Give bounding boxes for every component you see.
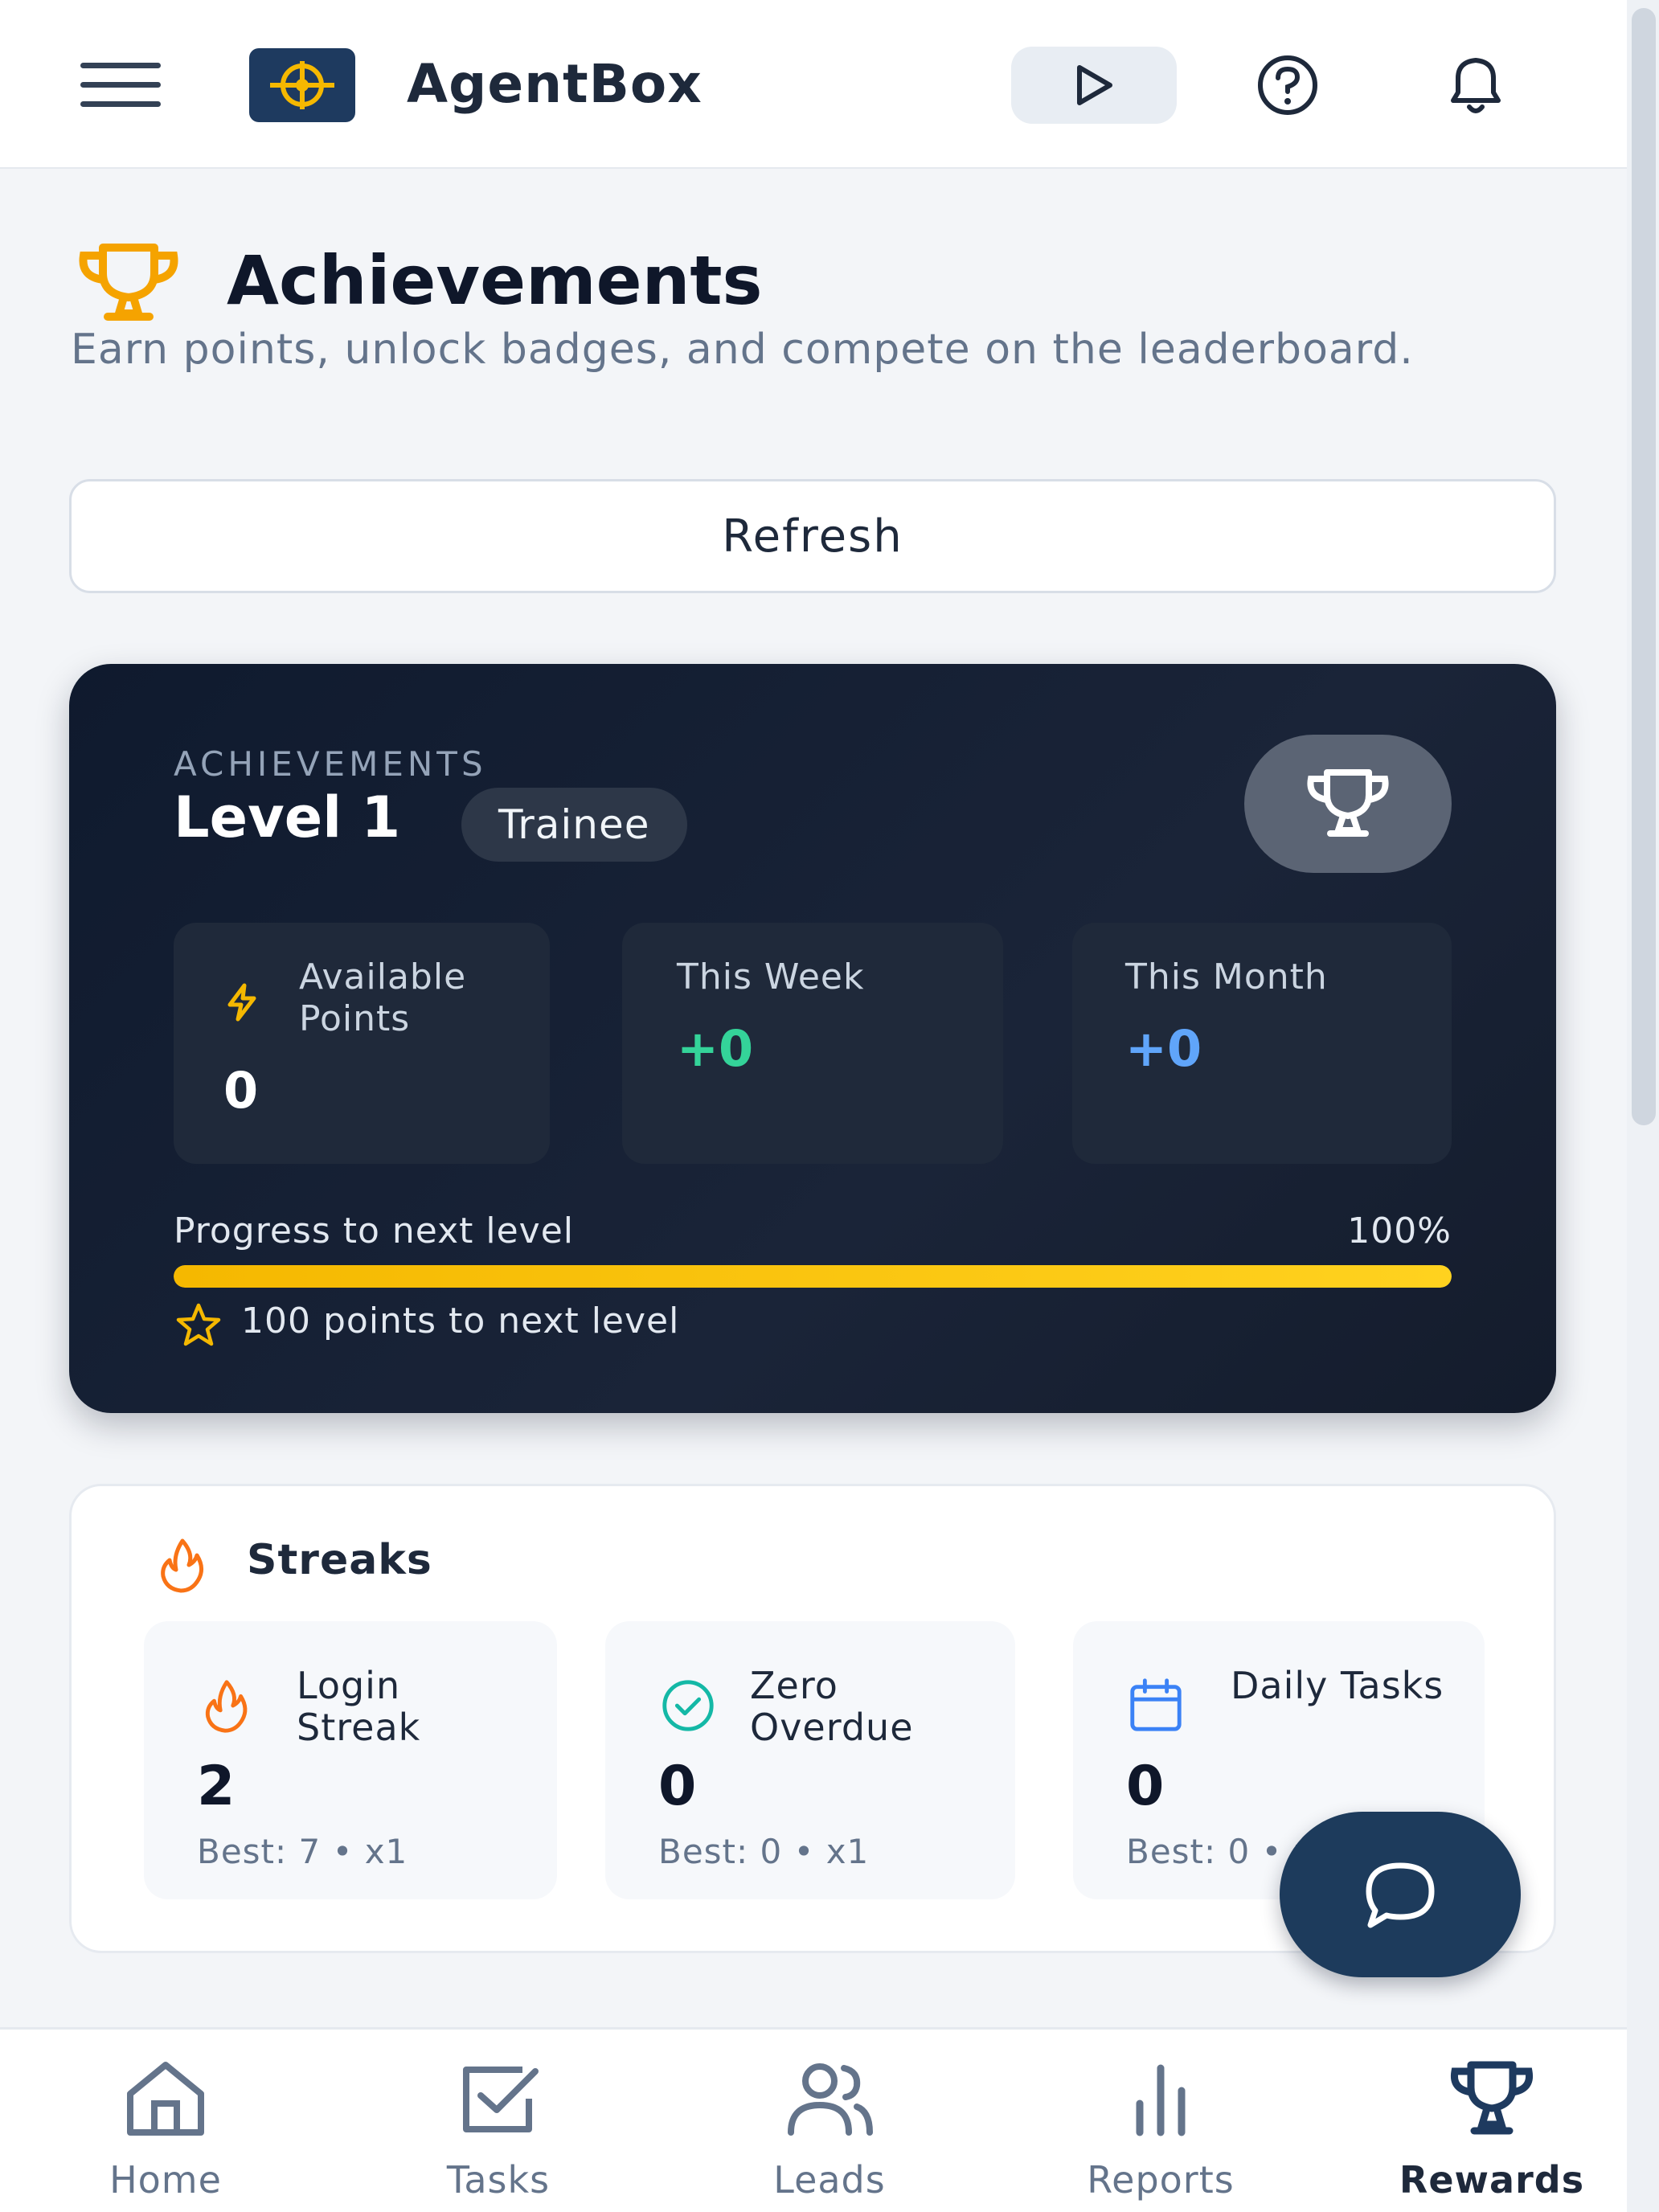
nav-tasks[interactable]: Tasks <box>378 2030 619 2212</box>
nav-label: Home <box>109 2158 222 2202</box>
play-icon <box>1077 65 1112 105</box>
level-card: ACHIEVEMENTS Level 1 Trainee Available P… <box>69 664 1556 1413</box>
progress-fill <box>174 1265 1452 1288</box>
trophy-icon <box>1450 2061 1534 2135</box>
bar-chart-icon <box>1136 2064 1186 2136</box>
stat-this-week: This Week +0 <box>622 923 1003 1164</box>
streak-login: Login Streak 2 Best: 7 • x1 <box>144 1621 557 1899</box>
nav-label: Rewards <box>1399 2158 1585 2202</box>
brand-name: AgentBox <box>407 53 703 115</box>
level-label: Level 1 <box>174 784 401 850</box>
streaks-title: Streaks <box>247 1536 432 1584</box>
nav-leads[interactable]: Leads <box>709 2030 950 2212</box>
nav-label: Leads <box>773 2158 886 2202</box>
stat-label: This Month <box>1125 956 1328 997</box>
streak-value: 0 <box>658 1755 697 1818</box>
tasks-icon <box>463 2067 539 2132</box>
help-icon <box>1258 55 1317 115</box>
nav-label: Tasks <box>446 2158 551 2202</box>
nav-rewards[interactable]: Rewards <box>1371 2030 1612 2212</box>
star-icon <box>176 1303 221 1346</box>
page-subtitle: Earn points, unlock badges, and compete … <box>71 326 1414 374</box>
bell-icon <box>1451 58 1501 113</box>
flame-icon <box>161 1538 203 1593</box>
check-circle-icon <box>662 1680 714 1731</box>
stat-label: Available Points <box>299 956 467 1039</box>
users-icon <box>788 2063 873 2136</box>
nav-reports[interactable]: Reports <box>1040 2030 1281 2212</box>
page-title: Achievements <box>227 241 763 320</box>
stat-value: 0 <box>223 1061 259 1120</box>
bottom-nav: Home Tasks Leads Reports Rewards <box>0 2027 1627 2212</box>
refresh-button[interactable]: Refresh <box>69 479 1556 593</box>
stat-available-points: Available Points 0 <box>174 923 550 1164</box>
stat-value: +0 <box>1125 1019 1202 1078</box>
app-header: AgentBox <box>0 0 1627 169</box>
stat-label: This Week <box>677 956 865 997</box>
bolt-icon <box>227 983 256 1022</box>
streak-value: 2 <box>197 1755 236 1818</box>
logo-icon <box>249 48 355 122</box>
trophy-icon <box>1307 769 1389 837</box>
notifications-button[interactable] <box>1434 48 1518 122</box>
nav-home[interactable]: Home <box>45 2030 286 2212</box>
points-to-next-level: 100 points to next level <box>241 1301 680 1342</box>
streak-label: Login Streak <box>297 1664 421 1749</box>
stat-value: +0 <box>677 1019 754 1078</box>
trophy-icon <box>79 244 178 321</box>
help-button[interactable] <box>1246 51 1329 119</box>
progress-percent: 100% <box>1347 1210 1452 1251</box>
streak-label: Zero Overdue <box>750 1664 914 1749</box>
rank-badge: Trainee <box>461 788 687 862</box>
calendar-icon <box>1130 1678 1182 1731</box>
chat-bubble-icon <box>1366 1862 1435 1928</box>
streak-value: 0 <box>1126 1755 1165 1818</box>
card-kicker: ACHIEVEMENTS <box>174 744 487 784</box>
streak-zero-overdue: Zero Overdue 0 Best: 0 • x1 <box>605 1621 1015 1899</box>
progress-label: Progress to next level <box>174 1210 575 1251</box>
menu-icon[interactable] <box>80 63 161 108</box>
stat-this-month: This Month +0 <box>1072 923 1452 1164</box>
scrollbar-thumb[interactable] <box>1632 8 1656 1125</box>
progress-bar <box>174 1265 1452 1288</box>
streak-label: Daily Tasks <box>1231 1664 1444 1707</box>
streak-best: Best: 7 • x1 <box>197 1832 408 1871</box>
trophy-badge <box>1244 735 1452 873</box>
chat-button[interactable] <box>1280 1812 1521 1977</box>
play-button[interactable] <box>1011 47 1177 124</box>
flame-icon <box>205 1680 248 1733</box>
nav-label: Reports <box>1087 2158 1235 2202</box>
streak-best: Best: 0 • x1 <box>658 1832 870 1871</box>
home-icon <box>127 2062 204 2136</box>
